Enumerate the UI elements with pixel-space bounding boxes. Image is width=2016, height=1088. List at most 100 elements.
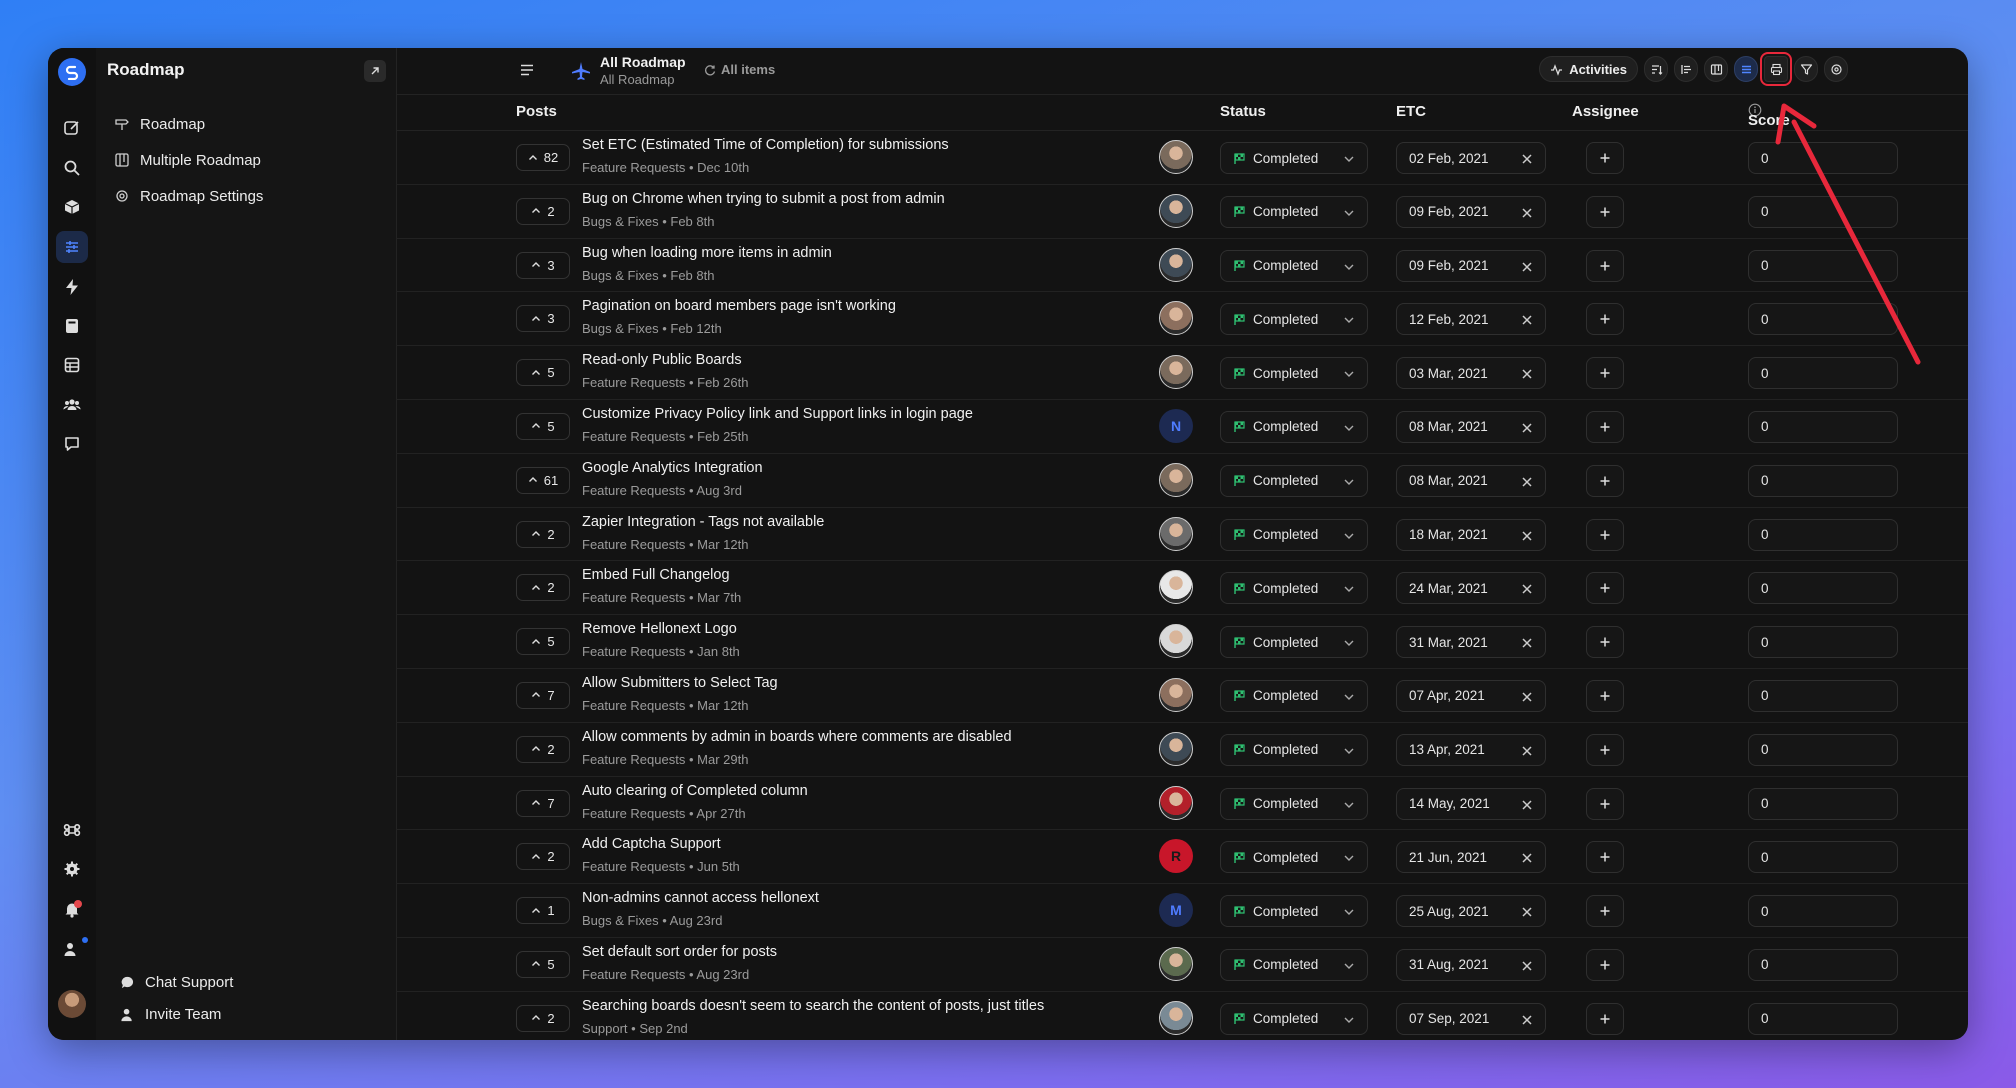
roadmap-icon[interactable] (56, 231, 88, 263)
etc-date-field[interactable]: 13 Apr, 2021 (1396, 733, 1546, 766)
add-assignee-button[interactable] (1586, 1002, 1624, 1035)
board-view-icon[interactable] (1704, 56, 1728, 82)
post-title[interactable]: Remove Hellonext Logo (582, 621, 737, 637)
add-assignee-button[interactable] (1586, 249, 1624, 282)
print-icon[interactable] (1760, 52, 1792, 86)
clear-date-icon[interactable] (1521, 261, 1533, 273)
etc-date-field[interactable]: 03 Mar, 2021 (1396, 357, 1546, 390)
score-input[interactable]: 0 (1748, 733, 1898, 766)
clear-date-icon[interactable] (1521, 314, 1533, 326)
post-title[interactable]: Allow comments by admin in boards where … (582, 729, 1012, 745)
bell-icon[interactable] (56, 893, 88, 925)
upvote-button[interactable]: 7 (516, 681, 570, 709)
clear-date-icon[interactable] (1521, 207, 1533, 219)
author-avatar[interactable] (1159, 731, 1193, 766)
add-assignee-button[interactable] (1586, 572, 1624, 605)
post-title[interactable]: Set ETC (Estimated Time of Completion) f… (582, 137, 949, 153)
etc-date-field[interactable]: 25 Aug, 2021 (1396, 895, 1546, 928)
post-title[interactable]: Set default sort order for posts (582, 944, 777, 960)
table-row[interactable]: 5 Set default sort order for posts Featu… (396, 938, 1968, 992)
hamburger-menu-icon[interactable] (518, 61, 536, 84)
table-row[interactable]: 61 Google Analytics Integration Feature … (396, 454, 1968, 508)
post-title[interactable]: Bug on Chrome when trying to submit a po… (582, 191, 945, 207)
score-input[interactable]: 0 (1748, 841, 1898, 874)
upvote-button[interactable]: 7 (516, 789, 570, 817)
sidebar-item-roadmap-settings[interactable]: Roadmap Settings (114, 178, 263, 214)
author-avatar[interactable] (1159, 247, 1193, 282)
status-select[interactable]: Completed (1220, 787, 1368, 820)
author-avatar[interactable]: M (1159, 893, 1193, 928)
author-avatar[interactable]: N (1159, 408, 1193, 443)
table-row[interactable]: 2 Embed Full Changelog Feature Requests … (396, 561, 1968, 616)
author-avatar[interactable] (1159, 140, 1193, 174)
open-external-button[interactable] (364, 60, 386, 82)
posts-column-header[interactable]: Posts (516, 103, 557, 120)
add-assignee-button[interactable] (1586, 787, 1624, 820)
table-row[interactable]: 2 Searching boards doesn't seem to searc… (396, 992, 1968, 1040)
status-select[interactable]: Completed (1220, 895, 1368, 928)
add-assignee-button[interactable] (1586, 948, 1624, 981)
assignee-column-header[interactable]: Assignee (1572, 103, 1639, 120)
author-avatar[interactable] (1159, 946, 1193, 981)
post-title[interactable]: Allow Submitters to Select Tag (582, 675, 778, 691)
status-select[interactable]: Completed (1220, 1002, 1368, 1035)
add-assignee-button[interactable] (1586, 841, 1624, 874)
author-avatar[interactable] (1159, 516, 1193, 551)
search-icon[interactable] (56, 152, 88, 184)
sort-icon[interactable] (1644, 56, 1668, 82)
table-row[interactable]: 5 Read-only Public Boards Feature Reques… (396, 346, 1968, 400)
table-row[interactable]: 2 Add Captcha Support Feature Requests •… (396, 830, 1968, 885)
status-column-header[interactable]: Status (1220, 103, 1266, 120)
clear-date-icon[interactable] (1521, 637, 1533, 649)
score-input[interactable]: 0 (1748, 1002, 1898, 1035)
etc-date-field[interactable]: 21 Jun, 2021 (1396, 841, 1546, 874)
message-icon[interactable] (56, 428, 88, 460)
author-avatar[interactable]: R (1159, 839, 1193, 874)
sidebar-item-multiple-roadmap[interactable]: Multiple Roadmap (114, 142, 263, 178)
upvote-button[interactable]: 61 (516, 466, 570, 494)
upvote-button[interactable]: 2 (516, 1004, 570, 1032)
add-assignee-button[interactable] (1586, 357, 1624, 390)
add-assignee-button[interactable] (1586, 895, 1624, 928)
etc-date-field[interactable]: 31 Aug, 2021 (1396, 948, 1546, 981)
score-input[interactable]: 0 (1748, 679, 1898, 712)
etc-date-field[interactable]: 14 May, 2021 (1396, 787, 1546, 820)
upvote-button[interactable]: 5 (516, 950, 570, 978)
upvote-button[interactable]: 82 (516, 144, 570, 171)
upvote-button[interactable]: 2 (516, 735, 570, 763)
add-assignee-button[interactable] (1586, 303, 1624, 336)
current-user-avatar[interactable] (58, 990, 86, 1018)
table-row[interactable]: 2 Bug on Chrome when trying to submit a … (396, 185, 1968, 239)
etc-date-field[interactable]: 08 Mar, 2021 (1396, 410, 1546, 443)
table-row[interactable]: 82 Set ETC (Estimated Time of Completion… (396, 131, 1968, 185)
clear-date-icon[interactable] (1521, 799, 1533, 811)
clear-date-icon[interactable] (1521, 422, 1533, 434)
etc-date-field[interactable]: 24 Mar, 2021 (1396, 572, 1546, 605)
author-avatar[interactable] (1159, 570, 1193, 605)
upvote-button[interactable]: 2 (516, 197, 570, 225)
etc-date-field[interactable]: 02 Feb, 2021 (1396, 142, 1546, 174)
post-title[interactable]: Add Captcha Support (582, 836, 721, 852)
etc-column-header[interactable]: ETC (1396, 103, 1426, 120)
upvote-button[interactable]: 3 (516, 305, 570, 333)
status-select[interactable]: Completed (1220, 733, 1368, 766)
activities-button[interactable]: Activities (1539, 56, 1638, 82)
add-assignee-button[interactable] (1586, 733, 1624, 766)
author-avatar[interactable] (1159, 785, 1193, 820)
author-avatar[interactable] (1159, 193, 1193, 228)
upvote-button[interactable]: 2 (516, 520, 570, 548)
clear-date-icon[interactable] (1521, 368, 1533, 380)
upvote-button[interactable]: 5 (516, 359, 570, 387)
post-title[interactable]: Read-only Public Boards (582, 352, 742, 368)
author-avatar[interactable] (1159, 301, 1193, 336)
table-row[interactable]: 7 Auto clearing of Completed column Feat… (396, 777, 1968, 831)
post-title[interactable]: Embed Full Changelog (582, 567, 730, 583)
etc-date-field[interactable]: 08 Mar, 2021 (1396, 464, 1546, 497)
status-select[interactable]: Completed (1220, 464, 1368, 497)
clear-date-icon[interactable] (1521, 852, 1533, 864)
clear-date-icon[interactable] (1521, 583, 1533, 595)
status-select[interactable]: Completed (1220, 195, 1368, 228)
post-title[interactable]: Google Analytics Integration (582, 460, 763, 476)
bolt-icon[interactable] (56, 271, 88, 303)
clear-date-icon[interactable] (1521, 906, 1533, 918)
